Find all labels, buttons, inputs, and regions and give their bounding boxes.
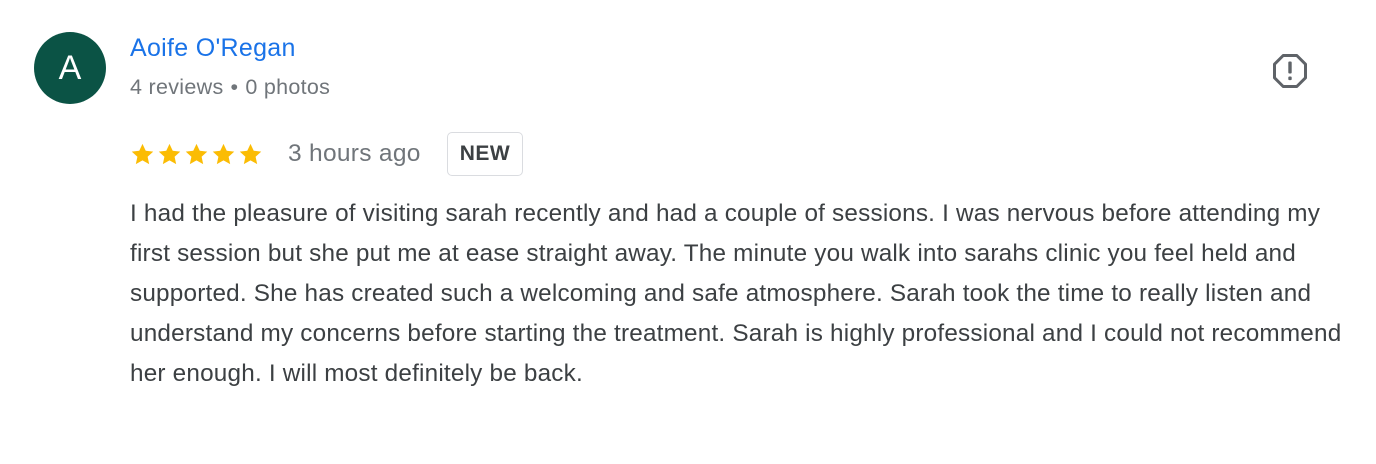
- author-meta: 4 reviews • 0 photos: [130, 75, 330, 100]
- report-button[interactable]: [1272, 53, 1308, 89]
- review-card: A Aoife O'Regan 4 reviews • 0 photos 3 hou…: [0, 0, 1376, 464]
- star-icon: [212, 143, 235, 164]
- star-icon: [239, 143, 262, 164]
- review-time: 3 hours ago: [288, 140, 421, 167]
- new-badge: NEW: [446, 132, 524, 176]
- author-name-link[interactable]: Aoife O'Regan: [130, 34, 296, 63]
- photo-count: 0 photos: [245, 75, 331, 99]
- star-icon: [158, 143, 181, 164]
- meta-separator: •: [230, 75, 239, 99]
- rating-row: 3 hours ago NEW: [130, 131, 524, 177]
- avatar-initial: A: [58, 48, 82, 87]
- star-rating: [130, 142, 263, 167]
- review-text: I had the pleasure of visiting sarah rec…: [130, 200, 1342, 387]
- star-icon: [185, 143, 208, 164]
- report-octagon-icon: [1273, 54, 1307, 88]
- star-icon: [131, 143, 154, 164]
- review-count: 4 reviews: [130, 75, 224, 99]
- avatar[interactable]: A: [34, 32, 106, 104]
